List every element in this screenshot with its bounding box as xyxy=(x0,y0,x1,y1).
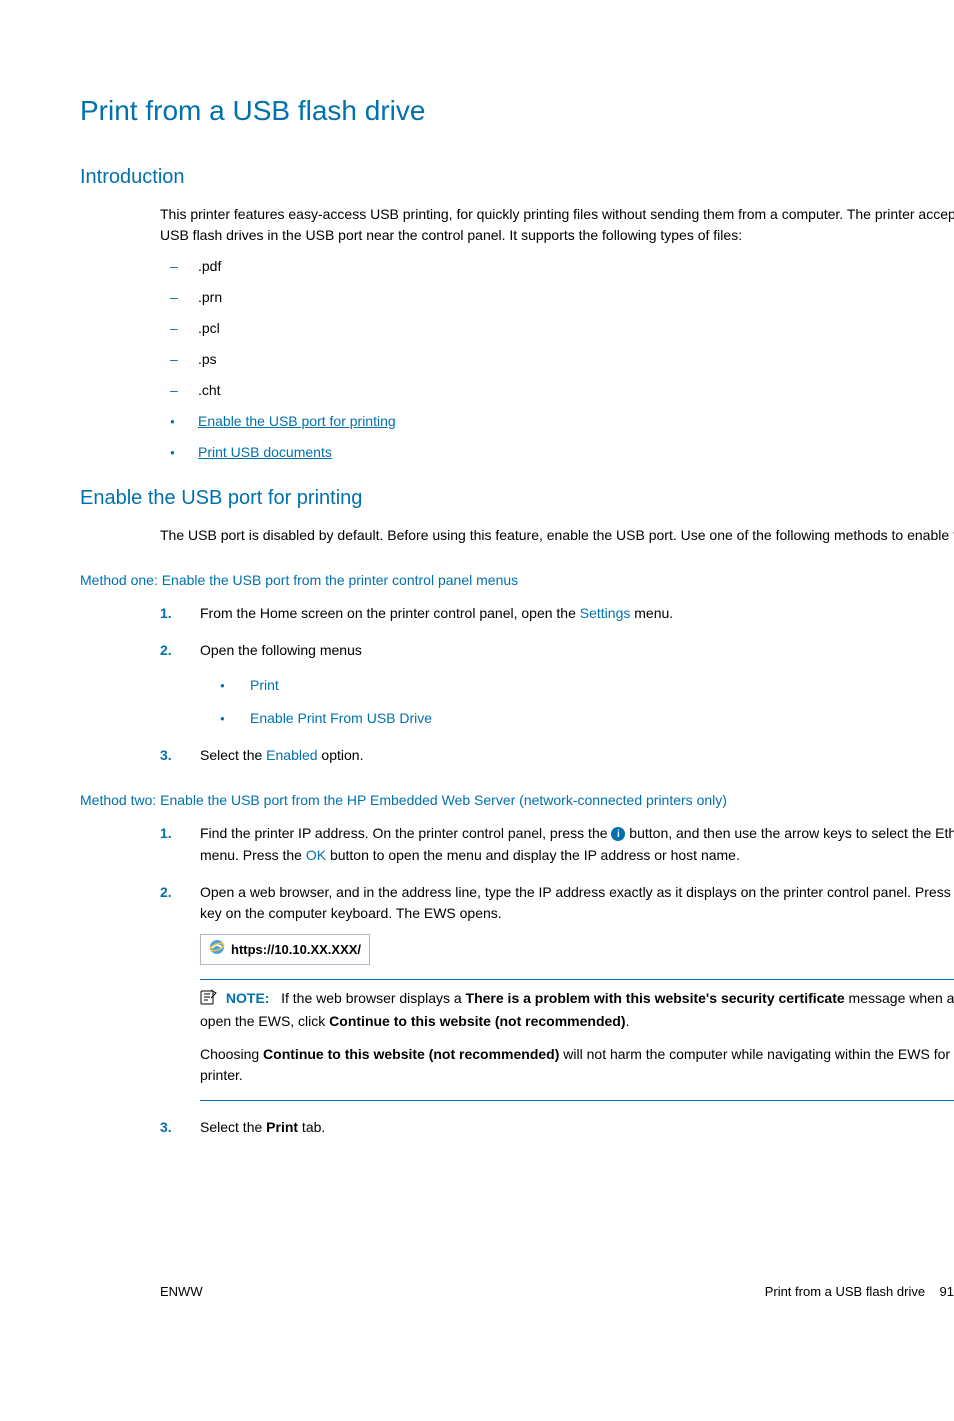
url-text: https://10.10.XX.XXX/ xyxy=(231,940,361,960)
list-item: .pdf xyxy=(170,256,954,277)
method-two-heading: Method two: Enable the USB port from the… xyxy=(80,790,954,811)
footer-right: Print from a USB flash drive 91 xyxy=(765,1282,954,1302)
note-icon xyxy=(200,989,218,1011)
link-print-usb-docs[interactable]: Print USB documents xyxy=(198,444,332,460)
note-block: NOTE: If the web browser displays a Ther… xyxy=(200,979,954,1100)
menu-item: Print xyxy=(220,675,954,696)
intro-text: This printer features easy-access USB pr… xyxy=(160,204,954,246)
step: Find the printer IP address. On the prin… xyxy=(160,823,954,866)
note-label: NOTE: xyxy=(226,990,270,1006)
ok-button-label: OK xyxy=(306,847,326,863)
enable-text: The USB port is disabled by default. Bef… xyxy=(160,525,954,546)
enable-heading: Enable the USB port for printing xyxy=(80,483,954,513)
step: Select the Enabled option. xyxy=(160,745,954,766)
menu-item: Enable Print From USB Drive xyxy=(220,708,954,729)
link-enable-usb[interactable]: Enable the USB port for printing xyxy=(198,413,396,429)
list-item: .prn xyxy=(170,287,954,308)
step: Open the following menus Print Enable Pr… xyxy=(160,640,954,729)
filetype-list: .pdf .prn .pcl .ps .cht xyxy=(170,256,954,401)
step: From the Home screen on the printer cont… xyxy=(160,603,954,624)
list-item: .cht xyxy=(170,380,954,401)
step: Select the Print tab. xyxy=(160,1117,954,1138)
method-one-heading: Method one: Enable the USB port from the… xyxy=(80,570,954,591)
page-footer: ENWW Print from a USB flash drive 91 xyxy=(160,1282,954,1302)
footer-left: ENWW xyxy=(160,1282,203,1302)
step: Open a web browser, and in the address l… xyxy=(160,882,954,1101)
list-item: .pcl xyxy=(170,318,954,339)
intro-heading: Introduction xyxy=(80,162,954,192)
method-one-steps: From the Home screen on the printer cont… xyxy=(160,603,954,766)
list-item: .ps xyxy=(170,349,954,370)
method-two-steps: Find the printer IP address. On the prin… xyxy=(160,823,954,1138)
enabled-option-label: Enabled xyxy=(266,747,317,763)
info-icon: i xyxy=(611,827,625,841)
intro-links: Enable the USB port for printing Print U… xyxy=(170,411,954,463)
address-bar: https://10.10.XX.XXX/ xyxy=(200,934,370,966)
page-title: Print from a USB flash drive xyxy=(80,90,954,132)
ie-icon xyxy=(209,939,225,961)
settings-menu-label: Settings xyxy=(580,605,631,621)
